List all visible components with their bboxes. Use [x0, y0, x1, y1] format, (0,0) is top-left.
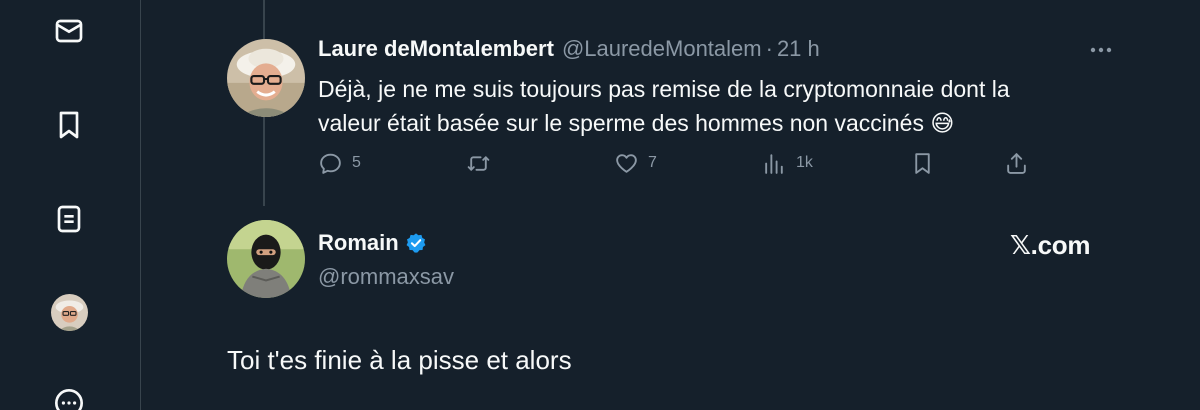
tweet-more-button[interactable] [1085, 36, 1117, 64]
envelope-icon [55, 19, 83, 43]
tweet-author-name[interactable]: Laure deMontalembert [318, 36, 554, 62]
reply-button[interactable]: 5 [318, 146, 361, 180]
more-circle-icon [55, 389, 83, 410]
repost-button[interactable] [466, 146, 500, 180]
sidebar-item-profile[interactable] [51, 294, 88, 331]
profile-avatar [51, 294, 88, 331]
sidebar-item-lists[interactable] [44, 194, 94, 244]
views-button[interactable]: 1k [762, 146, 813, 180]
reply-header: Romain [318, 230, 427, 256]
sidebar-item-more[interactable] [44, 378, 94, 410]
tweet-author-handle[interactable]: @LauredeMontalem [562, 36, 762, 62]
header-separator: · [765, 36, 773, 61]
reply-author-handle[interactable]: @rommaxsav [318, 264, 454, 290]
tweet-action-bar: 5 7 1k [318, 146, 1038, 180]
tweet-body-text: Déjà, je ne me suis toujours pas remise … [318, 76, 1010, 136]
share-button[interactable] [1004, 146, 1029, 180]
tweet-author-avatar[interactable] [227, 39, 305, 117]
like-count: 7 [648, 154, 657, 171]
xcom-watermark: 𝕏.com [1010, 230, 1091, 260]
more-horizontal-icon [1090, 47, 1112, 53]
tweet-timestamp[interactable]: 21 h [777, 36, 820, 62]
reply-author-avatar[interactable] [227, 220, 305, 298]
repost-icon [467, 155, 490, 171]
romain-avatar-image [227, 220, 305, 298]
like-button[interactable]: 7 [614, 146, 657, 180]
views-count: 1k [796, 154, 813, 171]
sidebar-item-messages[interactable] [44, 6, 94, 56]
reply-icon [320, 153, 341, 174]
views-chart-icon [765, 153, 783, 174]
bookmark-button[interactable] [910, 146, 935, 180]
bookmark-icon [915, 152, 930, 174]
sidebar-item-bookmarks[interactable] [44, 100, 94, 150]
verified-badge-icon [406, 233, 426, 253]
share-icon [1007, 152, 1026, 174]
sidebar-nav [0, 0, 141, 410]
reply-author-name[interactable]: Romain [318, 230, 399, 256]
reply-body-text: Toi t'es finie à la pisse et alors [227, 345, 572, 375]
lists-icon [57, 205, 81, 233]
laure-avatar-image [227, 39, 305, 117]
bookmark-icon [59, 111, 79, 139]
tweet-header: Laure deMontalembert @LauredeMontalem · … [318, 36, 820, 62]
reply-count: 5 [352, 154, 361, 171]
heart-icon [616, 153, 637, 173]
